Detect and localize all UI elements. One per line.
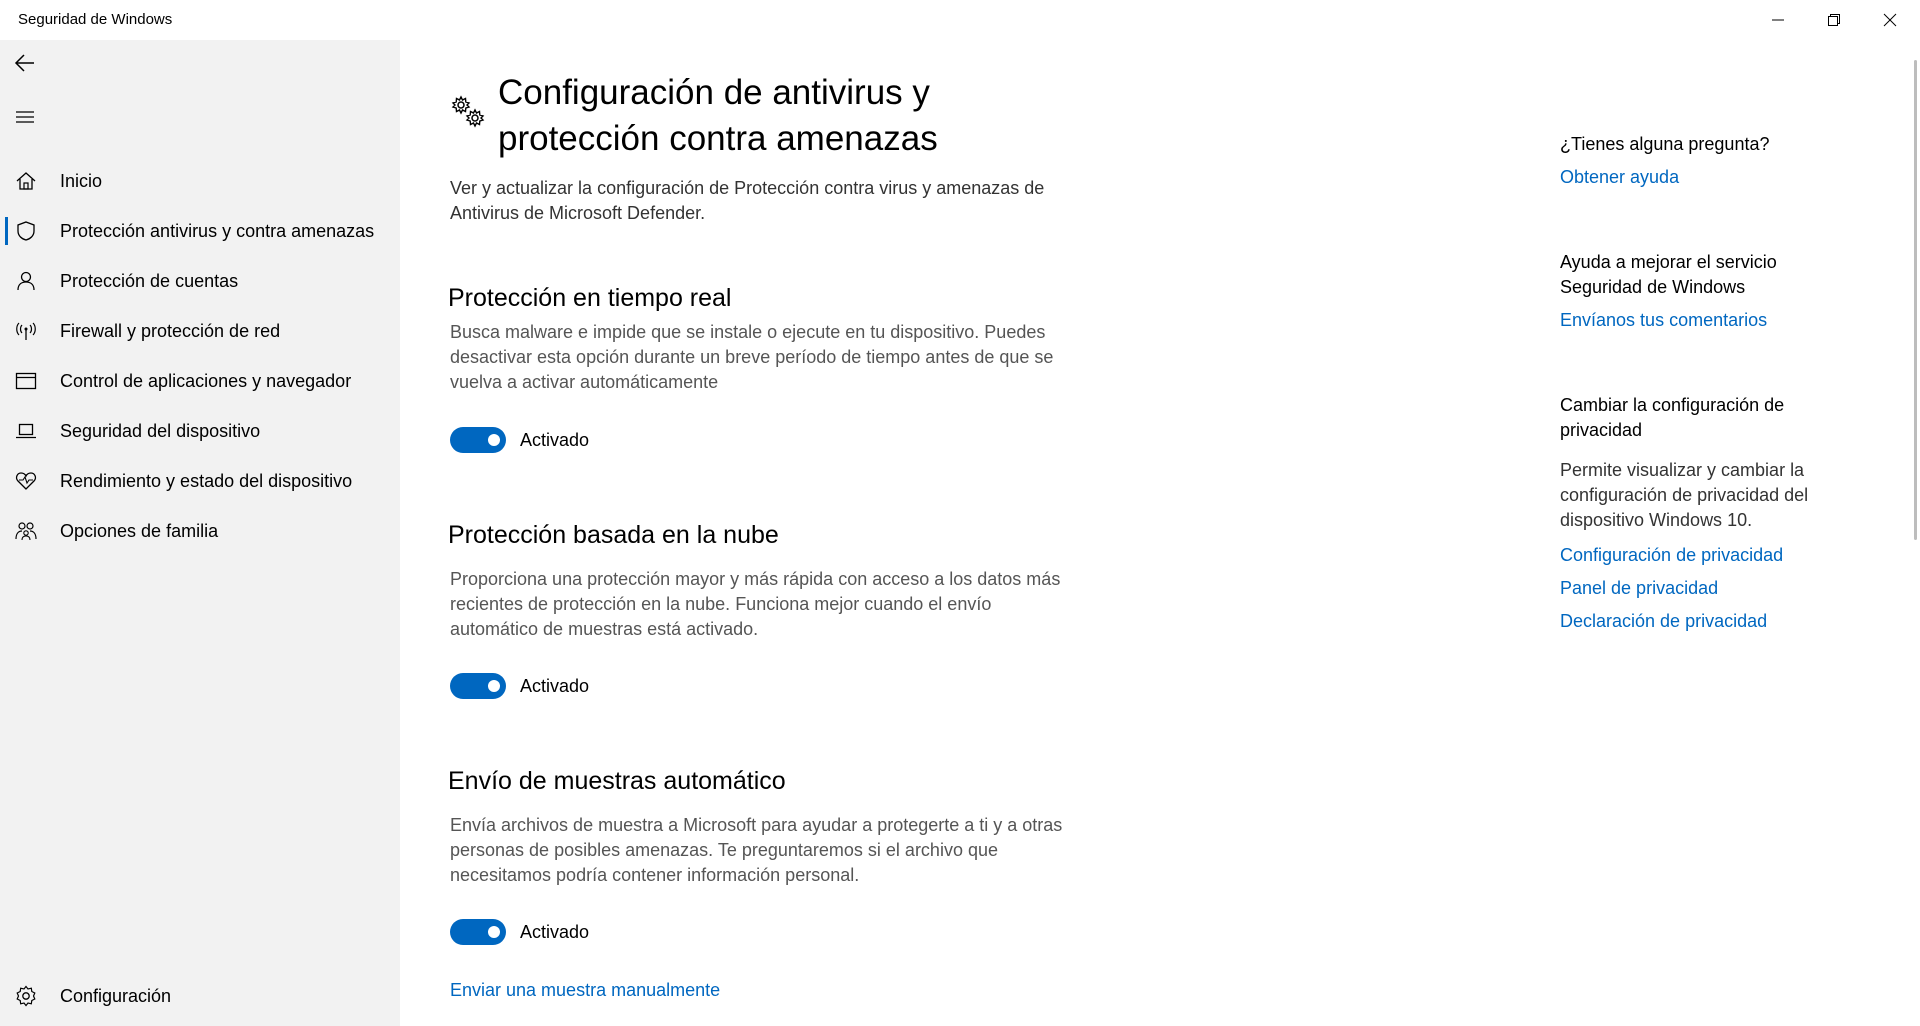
hamburger-icon [16,111,34,123]
sidebar-item-settings[interactable]: Configuración [0,972,400,1020]
restore-button[interactable] [1806,0,1862,40]
sample-submission-toggle[interactable] [450,919,506,945]
selected-indicator [5,217,8,245]
right-panel: ¿Tienes alguna pregunta? Obtener ayuda A… [1560,40,1860,1026]
sidebar-item-label: Configuración [60,985,172,1006]
vertical-scrollbar[interactable] [1914,60,1917,540]
sidebar-item-label: Firewall y protección de red [60,320,281,341]
home-icon [14,169,38,193]
section-title-sample-submission: Envío de muestras automático [448,767,786,795]
main-content: Configuración de antivirus y protección … [400,40,1920,1026]
sidebar-item-label: Protección de cuentas [60,270,239,291]
privacy-statement-link[interactable]: Declaración de privacidad [1560,611,1767,632]
restore-icon [1828,14,1840,26]
sidebar: Inicio Protección antivirus y contra ame… [0,40,400,1026]
section-desc-sample-submission: Envía archivos de muestra a Microsoft pa… [450,815,1063,885]
window-title: Seguridad de Windows [18,11,173,28]
sidebar-item-account-protection[interactable]: Protección de cuentas [0,257,400,305]
privacy-settings-link[interactable]: Configuración de privacidad [1560,545,1783,566]
person-icon [14,269,38,293]
toggle-state-label: Activado [520,676,590,696]
section-title-realtime: Protección en tiempo real [448,284,732,312]
improve-heading: Ayuda a mejorar el servicio Seguridad de… [1560,252,1777,297]
close-button[interactable] [1862,0,1918,40]
browser-window-icon [14,369,38,393]
hamburger-menu-button[interactable] [10,102,40,132]
laptop-icon [14,419,38,443]
sidebar-item-label: Inicio [60,170,103,191]
privacy-description: Permite visualizar y cambiar la configur… [1560,460,1809,530]
get-help-link[interactable]: Obtener ayuda [1560,167,1679,188]
shield-icon [14,219,38,243]
page-description: Ver y actualizar la configuración de Pro… [450,178,1045,223]
section-desc-cloud: Proporciona una protección mayor y más r… [450,569,1061,639]
toggle-state-label: Activado [520,922,590,942]
toggle-state-label: Activado [520,430,590,450]
sidebar-item-device-performance[interactable]: Rendimiento y estado del dispositivo [0,457,400,505]
sidebar-item-label: Opciones de familia [60,520,219,541]
sidebar-item-firewall[interactable]: Firewall y protección de red [0,307,400,355]
privacy-dashboard-link[interactable]: Panel de privacidad [1560,578,1718,599]
section-title-cloud: Protección basada en la nube [448,521,779,549]
question-heading: ¿Tienes alguna pregunta? [1560,134,1770,154]
cloud-protection-toggle[interactable] [450,673,506,699]
close-icon [1883,13,1897,27]
manual-sample-link[interactable]: Enviar una muestra manualmente [450,980,720,1001]
gear-icon [14,984,38,1008]
feedback-link[interactable]: Envíanos tus comentarios [1560,310,1767,331]
privacy-heading: Cambiar la configuración de privacidad [1560,395,1785,440]
minimize-button[interactable] [1750,0,1806,40]
sidebar-item-family-options[interactable]: Opciones de familia [0,507,400,555]
sidebar-item-inicio[interactable]: Inicio [0,157,400,205]
section-desc-realtime: Busca malware e impide que se instale o … [450,322,1054,392]
wireless-icon [14,319,38,343]
heart-pulse-icon [14,469,38,493]
toggle-knob [488,926,500,938]
sidebar-item-label: Rendimiento y estado del dispositivo [60,470,353,491]
sidebar-item-label: Protección antivirus y contra amenazas [60,220,375,241]
back-arrow-icon [14,54,34,72]
back-button[interactable] [10,48,40,78]
page-title: Configuración de antivirus y protección … [498,73,938,158]
realtime-protection-toggle[interactable] [450,427,506,453]
toggle-knob [488,680,500,692]
sidebar-item-label: Control de aplicaciones y navegador [60,370,352,391]
toggle-knob [488,434,500,446]
minimize-icon [1772,19,1784,21]
sidebar-item-device-security[interactable]: Seguridad del dispositivo [0,407,400,455]
sidebar-item-app-browser-control[interactable]: Control de aplicaciones y navegador [0,357,400,405]
sidebar-item-label: Seguridad del dispositivo [60,420,261,441]
gears-icon [451,95,485,128]
sidebar-item-virus-protection[interactable]: Protección antivirus y contra amenazas [0,207,400,255]
title-bar: Seguridad de Windows [0,0,1920,40]
family-icon [14,519,38,543]
